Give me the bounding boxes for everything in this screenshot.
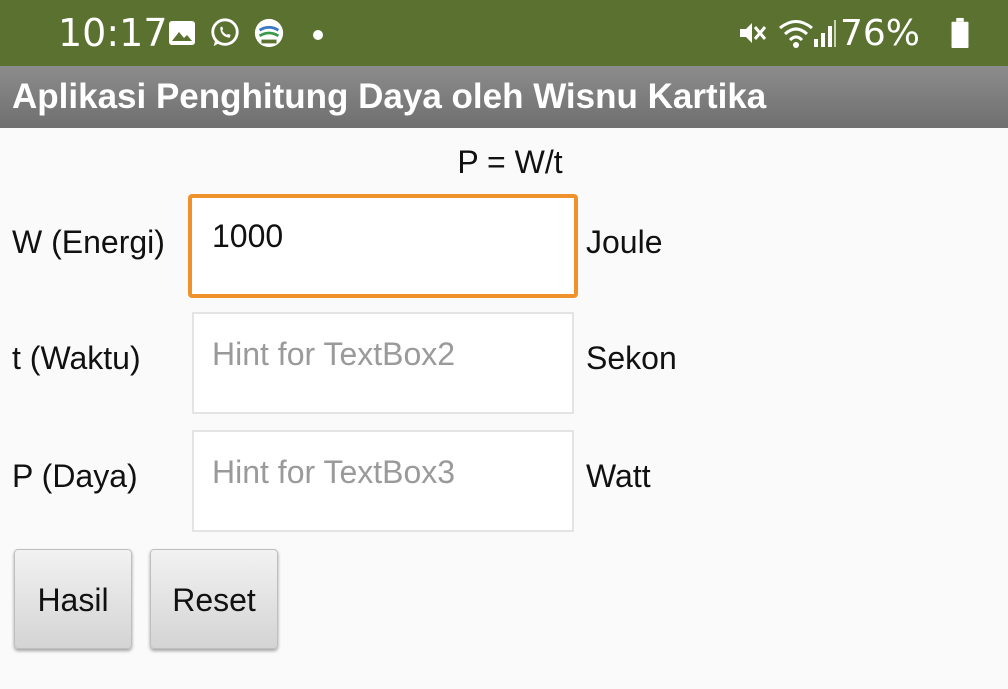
- whatsapp-icon: [211, 18, 239, 47]
- formula-label: P = W/t: [457, 144, 563, 180]
- hasil-button[interactable]: Hasil: [14, 549, 132, 649]
- image-icon: [169, 21, 195, 45]
- signal-icon: [814, 20, 836, 47]
- app-title: Aplikasi Penghitung Daya oleh Wisnu Kart…: [12, 77, 767, 116]
- status-time: 10:17: [58, 11, 168, 55]
- energy-input[interactable]: 1000: [188, 194, 578, 298]
- power-input-placeholder: Hint for TextBox3: [212, 454, 456, 490]
- power-unit: Watt: [586, 458, 651, 494]
- battery-icon: [951, 17, 969, 49]
- title-bar: Aplikasi Penghitung Daya oleh Wisnu Kart…: [0, 66, 1008, 128]
- dot-icon: [313, 30, 323, 40]
- battery-percent: 76%: [840, 13, 921, 54]
- energy-unit: Joule: [586, 224, 663, 260]
- time-unit: Sekon: [586, 340, 677, 376]
- time-input-placeholder: Hint for TextBox2: [212, 336, 456, 372]
- time-label: t (Waktu): [12, 340, 141, 376]
- wifi-icon: [779, 20, 813, 48]
- power-input[interactable]: Hint for TextBox3: [192, 430, 574, 532]
- power-label: P (Daya): [12, 458, 138, 494]
- energy-input-value: 1000: [212, 218, 284, 254]
- bmkg-icon: [254, 18, 284, 48]
- status-bar: 10:17 76%: [0, 0, 1008, 66]
- reset-button[interactable]: Reset: [150, 549, 278, 649]
- mute-icon: [740, 23, 767, 43]
- time-input[interactable]: Hint for TextBox2: [192, 312, 574, 414]
- energy-label: W (Energi): [12, 224, 165, 260]
